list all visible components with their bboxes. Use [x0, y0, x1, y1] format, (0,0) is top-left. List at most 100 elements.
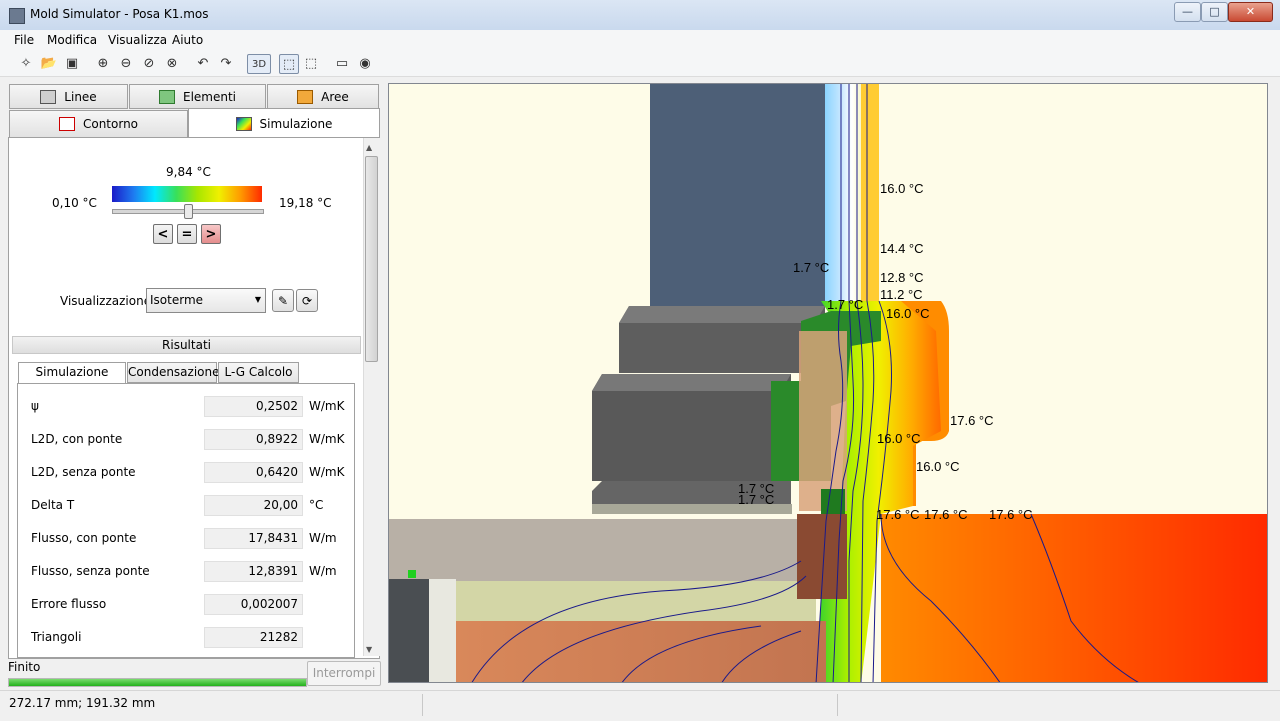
result-label-triangoli: Triangoli — [31, 630, 82, 644]
new-file-icon[interactable]: ✧ — [17, 54, 35, 72]
next-button[interactable]: > — [201, 224, 221, 244]
previous-button[interactable]: < — [153, 224, 173, 244]
redo-icon[interactable]: ↷ — [217, 54, 235, 72]
tab-simulazione-label: Simulazione — [259, 116, 333, 131]
shutter-box-lower-top — [592, 374, 791, 391]
tab-simulazione[interactable]: Simulazione — [188, 108, 380, 138]
zoom-window-icon[interactable]: ⊘ — [140, 54, 158, 72]
open-folder-icon[interactable]: 📂 — [40, 54, 58, 72]
tab-linee-label: Linee — [64, 89, 97, 104]
status-text: Finito — [8, 660, 41, 674]
refresh-icon: ⟳ — [301, 293, 313, 308]
zoom-all-icon[interactable]: ⊗ — [163, 54, 181, 72]
max-temperature: 19,18 °C — [279, 196, 332, 210]
menu-visualizza[interactable]: Visualizza — [108, 33, 167, 47]
menu-file[interactable]: File — [14, 33, 34, 47]
insulation-block — [799, 331, 847, 511]
tab-contorno-label: Contorno — [82, 117, 139, 131]
cursor-coordinates: 272.17 mm; 191.32 mm — [9, 696, 156, 710]
wall-light-layer — [429, 579, 456, 682]
isotherm-label: 16.0 °C — [916, 459, 960, 474]
current-temperature: 9,84 °C — [166, 165, 211, 179]
result-label-flusso-senza: Flusso, senza ponte — [31, 564, 150, 578]
probe-marker — [408, 570, 416, 578]
save-icon[interactable]: ▣ — [63, 54, 81, 72]
result-label-flusso-con: Flusso, con ponte — [31, 531, 137, 545]
elements-icon — [158, 89, 175, 104]
toolbar: ✧ 📂 ▣ ⊕ ⊖ ⊘ ⊗ ↶ ↷ 3D ⬚ ⬚ ▭ ◉ — [0, 50, 1280, 77]
result-label-l2d-con: L2D, con ponte — [31, 432, 123, 446]
result-value-flusso-con: 17,8431 — [204, 528, 303, 549]
results-header: Risultati — [12, 336, 361, 354]
visualization-label: Visualizzazione: — [60, 294, 156, 308]
maximize-button[interactable]: □ — [1201, 2, 1228, 22]
result-unit-delta-t: °C — [309, 498, 324, 512]
isotherm-label: 12.8 °C — [880, 270, 924, 285]
color-scale-bar — [112, 186, 262, 202]
tab-aree-label: Aree — [321, 89, 349, 104]
select-tool-icon[interactable]: ⬚ — [279, 54, 299, 74]
tab-aree[interactable]: Aree — [267, 84, 379, 109]
min-temperature: 0,10 °C — [52, 196, 97, 210]
isotherm-label: 1.7 °C — [793, 260, 829, 275]
warm-edge — [861, 84, 879, 306]
status-bar: 272.17 mm; 191.32 mm — [0, 690, 1280, 721]
close-button[interactable]: ✕ — [1228, 2, 1273, 22]
zoom-out-icon[interactable]: ⊖ — [117, 54, 135, 72]
panel-scrollbar[interactable]: ▲ ▼ — [363, 138, 380, 656]
eyedropper-icon: ✎ — [277, 293, 289, 308]
tab-linee[interactable]: Linee — [9, 84, 128, 109]
menu-aiuto[interactable]: Aiuto — [172, 33, 203, 47]
simulation-icon — [235, 116, 252, 131]
isotherm-label: 17.6 °C — [989, 507, 1033, 522]
isotherm-label: 17.6 °C — [950, 413, 994, 428]
tab-contorno[interactable]: Contorno — [9, 110, 188, 138]
isotherm-label: 16.0 °C — [877, 431, 921, 446]
isotherm-label: 16.0 °C — [880, 181, 924, 196]
window-title: Mold Simulator - Posa K1.mos — [30, 7, 209, 21]
thermal-drawing: 16.0 °C 14.4 °C 12.8 °C 11.2 °C 1.7 °C 1… — [389, 84, 1267, 682]
menu-modifica[interactable]: Modifica — [47, 33, 97, 47]
wall-dark-layer — [389, 579, 429, 682]
isotherm-label: 17.6 °C — [876, 507, 920, 522]
simulation-canvas[interactable]: 16.0 °C 14.4 °C 12.8 °C 11.2 °C 1.7 °C 1… — [388, 83, 1268, 683]
undo-icon[interactable]: ↶ — [194, 54, 212, 72]
eyedropper-button[interactable]: ✎ — [272, 289, 294, 312]
result-label-delta-t: Delta T — [31, 498, 75, 512]
indoor-floor-warm-zone — [881, 514, 1267, 682]
scroll-up-icon[interactable]: ▲ — [366, 143, 372, 152]
isotherm-label: 1.7 °C — [827, 297, 863, 312]
visualization-value: Isoterme — [150, 293, 204, 307]
result-value-l2d-senza: 0,6420 — [204, 462, 303, 483]
scroll-down-icon[interactable]: ▼ — [366, 645, 372, 654]
minimize-button[interactable]: — — [1174, 2, 1201, 22]
scroll-thumb[interactable] — [365, 156, 378, 362]
eye-icon[interactable]: ◉ — [356, 54, 374, 72]
tab-elementi-label: Elementi — [182, 89, 236, 104]
zoom-in-icon[interactable]: ⊕ — [94, 54, 112, 72]
comment-icon[interactable]: ▭ — [333, 54, 351, 72]
result-value-flusso-senza: 12,8391 — [204, 561, 303, 582]
select-area-icon[interactable]: ⬚ — [302, 54, 320, 72]
result-value-errore: 0,002007 — [204, 594, 303, 615]
result-unit-l2d-senza: W/mK — [309, 465, 345, 479]
equal-button[interactable]: = — [177, 224, 197, 244]
tab-elementi[interactable]: Elementi — [129, 84, 266, 109]
tab-lg-calcolo[interactable]: L-G Calcolo 1 — [218, 362, 299, 398]
concrete-slab — [389, 519, 799, 581]
3d-view-button[interactable]: 3D — [247, 54, 271, 74]
tab-condensazione[interactable]: Condensazione — [127, 362, 220, 383]
visualization-select[interactable]: Isoterme ▼ — [146, 288, 266, 313]
contour-icon — [58, 117, 75, 131]
result-unit-psi: W/mK — [309, 399, 345, 413]
lines-icon — [40, 89, 57, 104]
refresh-button[interactable]: ⟳ — [296, 289, 318, 312]
floor-screed — [456, 621, 826, 682]
isotherm-label: 11.2 °C — [880, 287, 923, 302]
title-bar: Mold Simulator - Posa K1.mos — □ ✕ — [0, 0, 1280, 31]
result-unit-l2d-con: W/mK — [309, 432, 345, 446]
temperature-slider-thumb[interactable] — [183, 204, 193, 219]
stop-button[interactable]: Interrompi — [307, 661, 381, 686]
shutter-box-upper-top — [619, 306, 825, 323]
tab-simulazione-flussi[interactable]: Simulazione flussi — [18, 362, 126, 398]
